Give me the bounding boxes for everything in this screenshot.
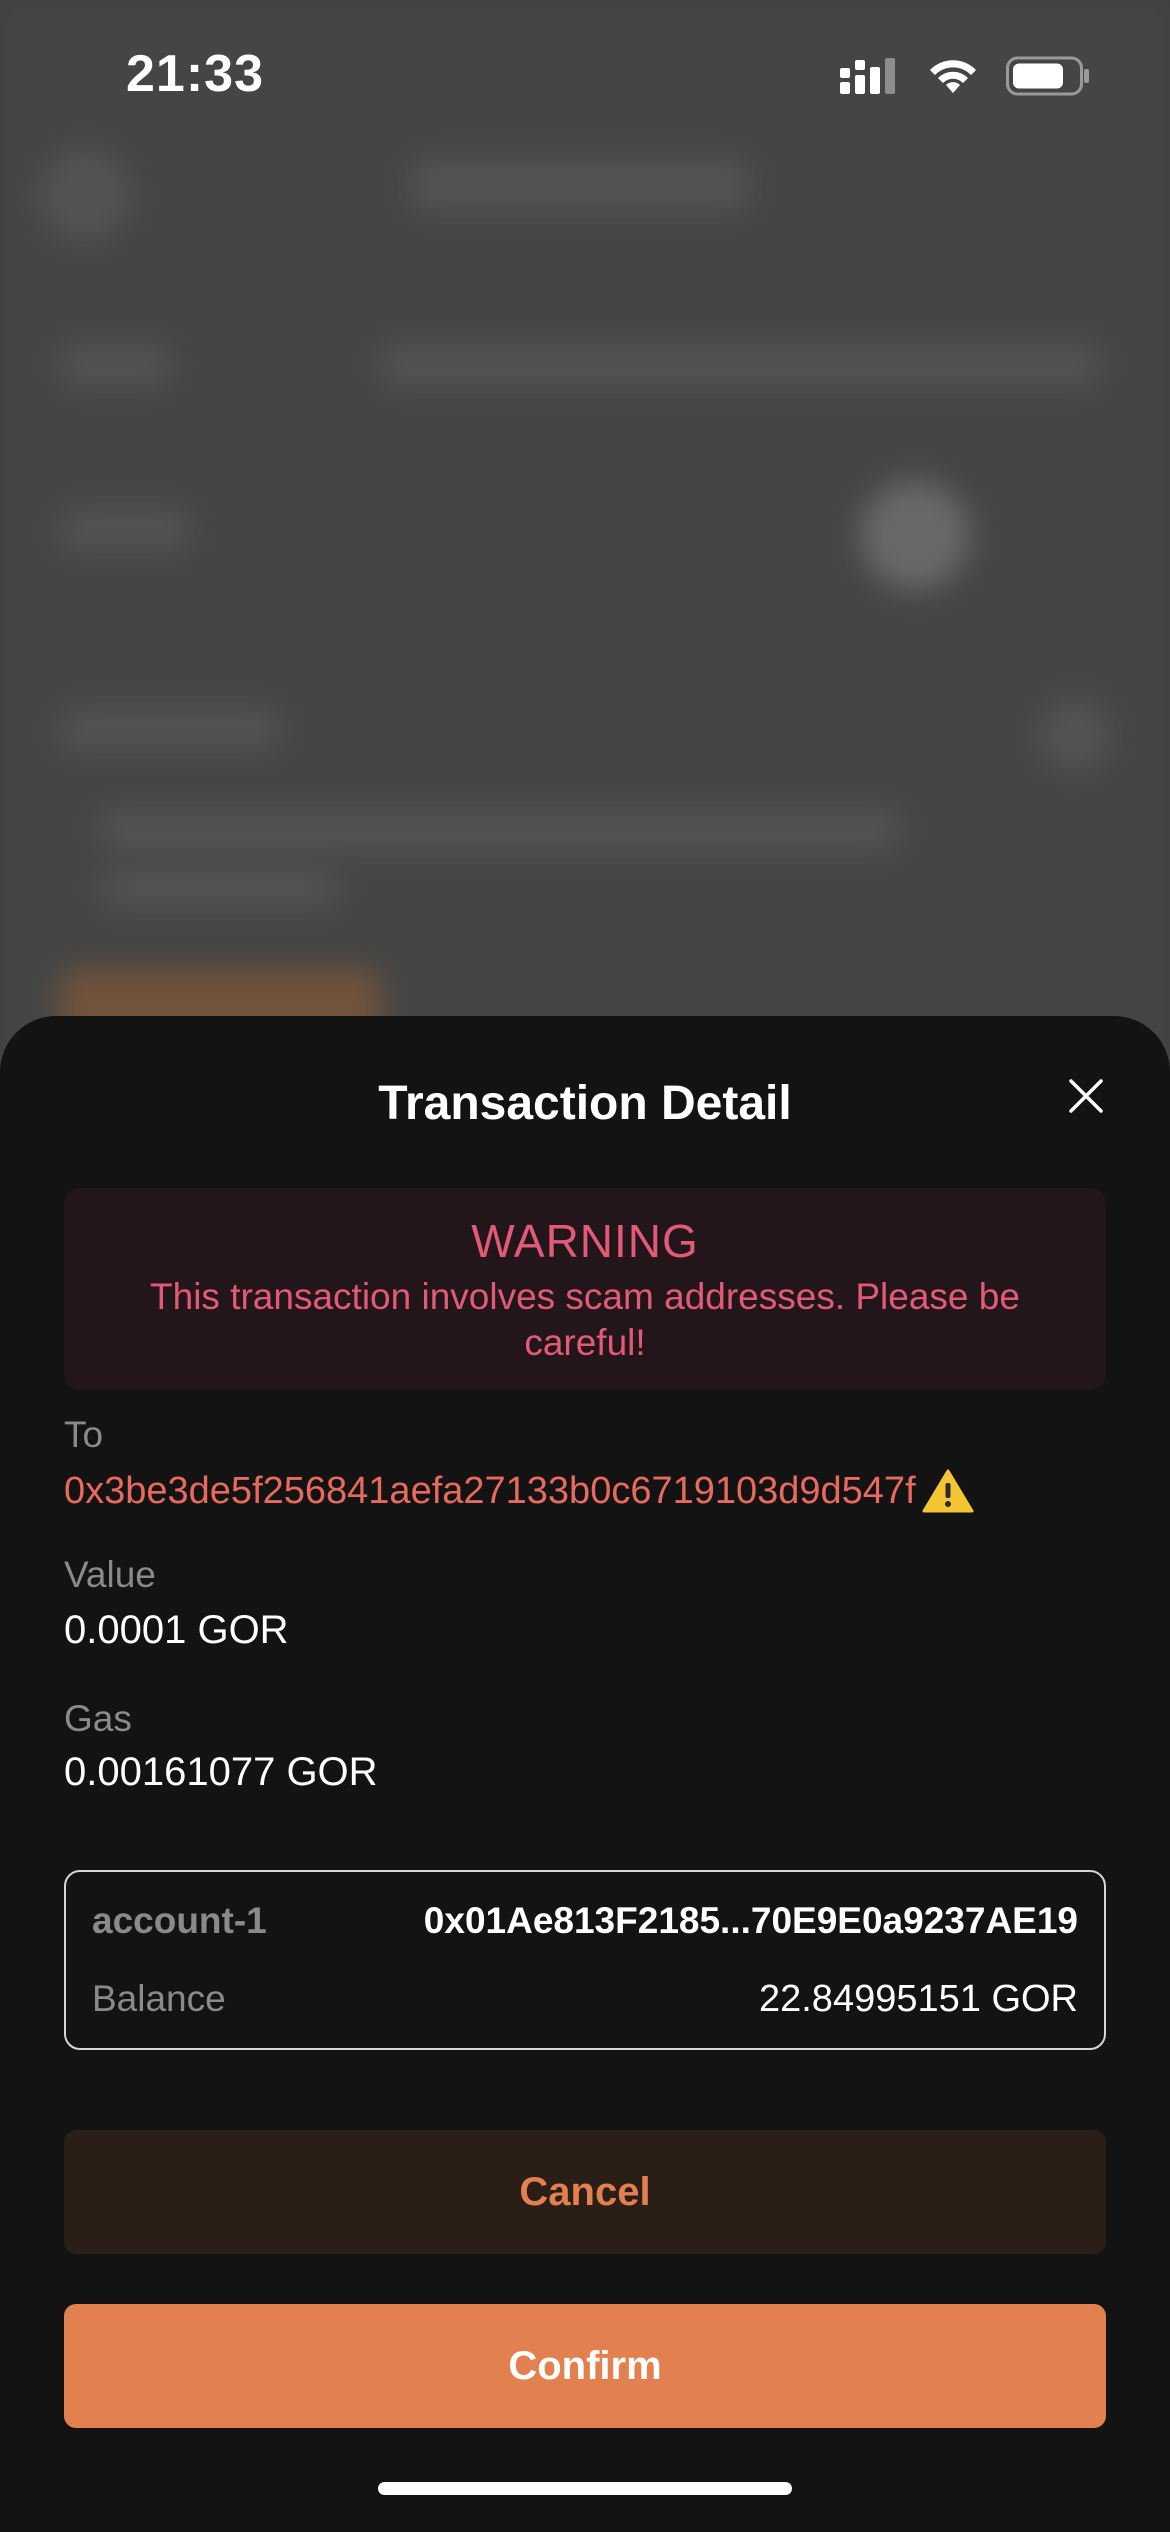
account-card: account-1 0x01Ae813F2185...70E9E0a9237AE… — [64, 1870, 1106, 2050]
warning-message: This transaction involves scam addresses… — [150, 1276, 1020, 1363]
value-label: Value — [64, 1554, 156, 1595]
battery-icon — [1006, 56, 1090, 101]
warning-title: WARNING — [471, 1215, 699, 1267]
gas-label: Gas — [64, 1698, 132, 1739]
status-icons — [840, 56, 1090, 101]
to-label: To — [64, 1414, 104, 1455]
confirm-button[interactable]: Confirm — [64, 2304, 1106, 2428]
value-amount: 0.0001 GOR — [64, 1608, 289, 1652]
status-time: 21:33 — [126, 45, 264, 103]
to-address: 0x3be3de5f256841aefa27133b0c6719103d9d54… — [64, 1469, 916, 1512]
sheet-title: Transaction Detail — [378, 1077, 792, 1130]
status-bar: 21:33 — [0, 0, 1170, 150]
account-address: 0x01Ae813F2185...70E9E0a9237AE19 — [423, 1900, 1078, 1941]
close-icon — [1068, 1078, 1104, 1119]
account-name: account-1 — [92, 1900, 267, 1941]
screen: 21:33 Transaction Detail WARNING This tr… — [0, 0, 1170, 2532]
cancel-button[interactable]: Cancel — [64, 2130, 1106, 2254]
balance-value: 22.84995151 GOR — [758, 1978, 1078, 2020]
modal-dim-overlay — [0, 0, 1170, 1100]
close-button[interactable] — [1046, 1058, 1126, 1138]
home-indicator[interactable] — [378, 2482, 792, 2495]
scam-warning-banner: WARNING This transaction involves scam a… — [64, 1188, 1106, 1390]
transaction-detail-sheet: Transaction Detail WARNING This transact… — [0, 1016, 1170, 2532]
gas-amount: 0.00161077 GOR — [64, 1750, 378, 1794]
cellular-signal-icon — [840, 56, 900, 101]
to-address-row: 0x3be3de5f256841aefa27133b0c6719103d9d54… — [64, 1468, 974, 1514]
wifi-icon — [926, 56, 980, 101]
warning-triangle-icon — [922, 1468, 974, 1514]
balance-label: Balance — [92, 1978, 226, 2019]
